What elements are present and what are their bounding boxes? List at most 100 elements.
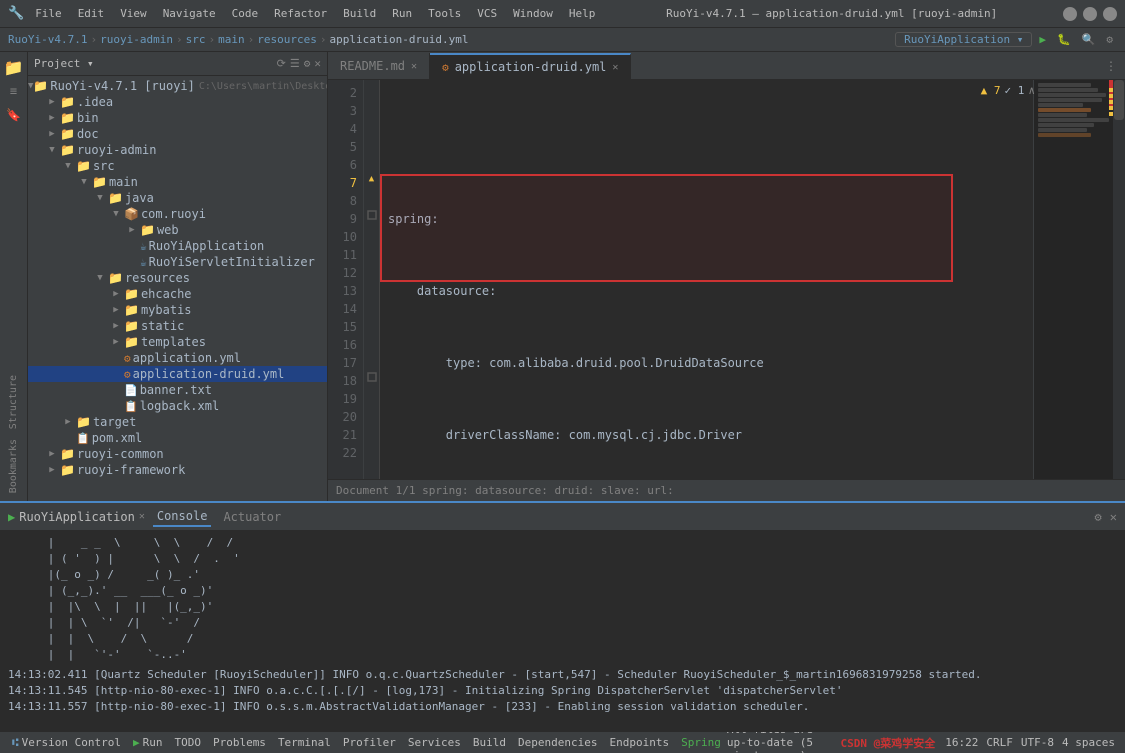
- tree-main[interactable]: ▼ 📁 main: [28, 174, 327, 190]
- settings-icon[interactable]: ⚙: [1102, 33, 1117, 46]
- status-services[interactable]: Services: [402, 736, 467, 749]
- status-terminal[interactable]: Terminal: [272, 736, 337, 749]
- status-todo[interactable]: TODO: [168, 736, 207, 749]
- bin-label: bin: [77, 111, 99, 125]
- sync-icon[interactable]: ⟳: [277, 57, 286, 70]
- status-endpoints[interactable]: Endpoints: [604, 736, 676, 749]
- tree-templates[interactable]: ▶ 📁 templates: [28, 334, 327, 350]
- run-tab-header[interactable]: ▶ RuoYiApplication ✕: [8, 510, 145, 524]
- menu-edit[interactable]: Edit: [73, 7, 110, 20]
- breadcrumb-app[interactable]: RuoYi-v4.7.1: [8, 33, 87, 46]
- tree-root[interactable]: ▼ 📁 RuoYi-v4.7.1 [ruoyi] C:\Users\martin…: [28, 78, 327, 94]
- menu-view[interactable]: View: [115, 7, 152, 20]
- status-crlf[interactable]: CRLF: [982, 736, 1017, 749]
- close-button[interactable]: [1103, 7, 1117, 21]
- run-tab-label: RuoYiApplication: [19, 510, 135, 524]
- tree-idea[interactable]: ▶ 📁 .idea: [28, 94, 327, 110]
- vertical-scrollbar[interactable]: [1113, 80, 1125, 479]
- tree-com-ruoyi[interactable]: ▼ 📦 com.ruoyi: [28, 206, 327, 222]
- filter-icon[interactable]: ☰: [290, 57, 300, 70]
- minimize-button[interactable]: [1063, 7, 1077, 21]
- tree-doc[interactable]: ▶ 📁 doc: [28, 126, 327, 142]
- tree-ruoyi-servlet[interactable]: ☕ RuoYiServletInitializer: [28, 254, 327, 270]
- status-build[interactable]: Build: [467, 736, 512, 749]
- mybatis-label: mybatis: [141, 303, 192, 317]
- menu-run[interactable]: Run: [387, 7, 417, 20]
- gear-icon[interactable]: ⚙: [304, 57, 311, 70]
- tree-static[interactable]: ▶ 📁 static: [28, 318, 327, 334]
- menu-tools[interactable]: Tools: [423, 7, 466, 20]
- menu-window[interactable]: Window: [508, 7, 558, 20]
- scroll-thumb[interactable]: [1114, 80, 1124, 120]
- tab-readme[interactable]: README.md ✕: [328, 53, 430, 79]
- druid-tab-close[interactable]: ✕: [612, 62, 618, 73]
- collapse-all-icon[interactable]: ∧: [1028, 84, 1035, 97]
- console-tab[interactable]: Console: [153, 507, 212, 527]
- tree-banner[interactable]: 📄 banner.txt: [28, 382, 327, 398]
- tree-ruoyi-framework[interactable]: ▶ 📁 ruoyi-framework: [28, 462, 327, 478]
- readme-tab-close[interactable]: ✕: [411, 61, 417, 72]
- menu-build[interactable]: Build: [338, 7, 381, 20]
- structure-icon[interactable]: ≡: [3, 80, 25, 102]
- project-label[interactable]: Project ▾: [34, 57, 94, 70]
- status-spring[interactable]: Spring: [675, 736, 727, 749]
- left-icon-bar: 📁 ≡ 🔖 Structure Bookmarks: [0, 52, 28, 501]
- app: 🔧 File Edit View Navigate Code Refactor …: [0, 0, 1125, 753]
- branch-selector[interactable]: RuoYiApplication ▾: [895, 32, 1032, 47]
- tree-ruoyi-application[interactable]: ☕ RuoYiApplication: [28, 238, 327, 254]
- tab-druid[interactable]: ⚙ application-druid.yml ✕: [430, 53, 631, 79]
- tree-pom[interactable]: 📋 pom.xml: [28, 430, 327, 446]
- status-problems[interactable]: Problems: [207, 736, 272, 749]
- structure-vertical-label[interactable]: Structure: [8, 371, 19, 433]
- bookmarks-vertical-label[interactable]: Bookmarks: [8, 435, 19, 497]
- bookmarks-icon[interactable]: 🔖: [3, 104, 25, 126]
- run-tab-close-icon[interactable]: ✕: [139, 511, 145, 522]
- tree-src[interactable]: ▼ 📁 src: [28, 158, 327, 174]
- main-statusbar: ⑆Version Control ▶Run TODO Problems Term…: [0, 731, 1125, 753]
- hide-icon[interactable]: ✕: [314, 57, 321, 70]
- breadcrumb-admin[interactable]: ruoyi-admin: [100, 33, 173, 46]
- menu-file[interactable]: File: [30, 7, 67, 20]
- status-dependencies[interactable]: Dependencies: [512, 736, 603, 749]
- maximize-button[interactable]: [1083, 7, 1097, 21]
- menu-code[interactable]: Code: [227, 7, 264, 20]
- tree-logback[interactable]: 📋 logback.xml: [28, 398, 327, 414]
- main-content: 📁 ≡ 🔖 Structure Bookmarks Project ▾ ⟳ ☰ …: [0, 52, 1125, 501]
- status-spaces[interactable]: 4 spaces: [1058, 736, 1119, 749]
- status-version-control[interactable]: ⑆Version Control: [6, 736, 127, 749]
- breadcrumb-main[interactable]: main: [218, 33, 245, 46]
- breadcrumb-src[interactable]: src: [186, 33, 206, 46]
- tree-ruoyi-common[interactable]: ▶ 📁 ruoyi-common: [28, 446, 327, 462]
- tree-ehcache[interactable]: ▶ 📁 ehcache: [28, 286, 327, 302]
- tree-web[interactable]: ▶ 📁 web: [28, 222, 327, 238]
- tree-mybatis[interactable]: ▶ 📁 mybatis: [28, 302, 327, 318]
- code-wrapper: ▲ 7 ✓ 1 ∧ 2 3 4 5 6 7 8 9 10 11 12: [328, 80, 1125, 479]
- tree-resources[interactable]: ▼ 📁 resources: [28, 270, 327, 286]
- tree-bin[interactable]: ▶ 📁 bin: [28, 110, 327, 126]
- tree-ruoyi-admin[interactable]: ▼ 📁 ruoyi-admin: [28, 142, 327, 158]
- code-content[interactable]: spring: datasource: type: com.alibaba.dr…: [380, 80, 1033, 479]
- project-icon[interactable]: 📁: [3, 56, 25, 78]
- breadcrumb-file[interactable]: application-druid.yml: [329, 33, 468, 46]
- editor-statusbar: Document 1/1 spring: datasource: druid: …: [328, 479, 1125, 501]
- editor-options-icon[interactable]: ⋮: [1097, 53, 1125, 79]
- menu-navigate[interactable]: Navigate: [158, 7, 221, 20]
- status-charset[interactable]: UTF-8: [1017, 736, 1058, 749]
- tree-target[interactable]: ▶ 📁 target: [28, 414, 327, 430]
- tree-java[interactable]: ▼ 📁 java: [28, 190, 327, 206]
- actuator-tab[interactable]: Actuator: [219, 508, 285, 526]
- menu-help[interactable]: Help: [564, 7, 601, 20]
- menu-vcs[interactable]: VCS: [472, 7, 502, 20]
- minimap[interactable]: [1033, 80, 1113, 479]
- debug-icon[interactable]: 🐛: [1053, 33, 1075, 46]
- status-profiler[interactable]: Profiler: [337, 736, 402, 749]
- menu-refactor[interactable]: Refactor: [269, 7, 332, 20]
- breadcrumb-resources[interactable]: resources: [257, 33, 317, 46]
- tree-application-yml[interactable]: ⚙ application.yml: [28, 350, 327, 366]
- status-run[interactable]: ▶Run: [127, 736, 169, 749]
- search-icon[interactable]: 🔍: [1078, 33, 1100, 46]
- run-icon[interactable]: ▶: [1035, 33, 1050, 46]
- bottom-close-icon[interactable]: ✕: [1110, 510, 1117, 524]
- tree-application-druid-yml[interactable]: ⚙ application-druid.yml: [28, 366, 327, 382]
- bottom-settings-icon[interactable]: ⚙: [1095, 510, 1102, 524]
